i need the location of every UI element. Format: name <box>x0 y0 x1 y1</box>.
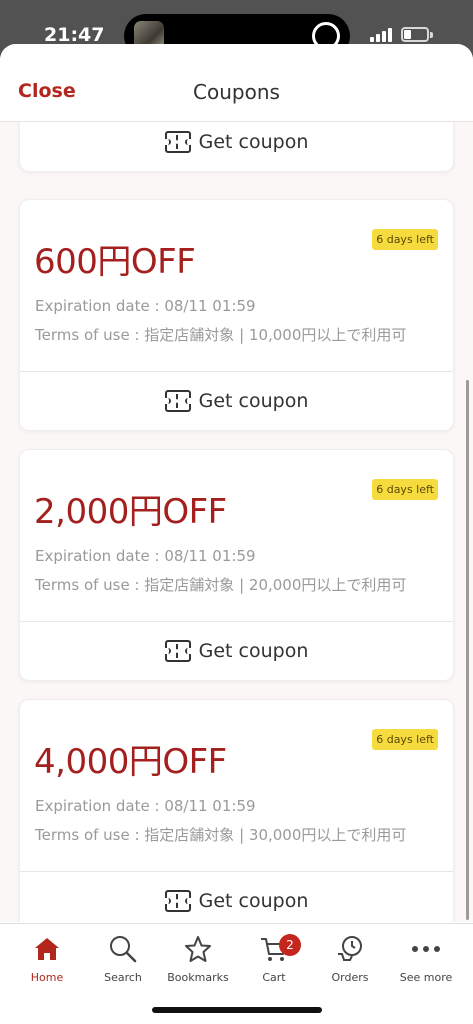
battery-cap <box>430 32 433 38</box>
tab-label: Cart <box>262 971 286 984</box>
get-coupon-button[interactable]: Get coupon <box>20 122 453 171</box>
ticket-icon <box>163 131 192 153</box>
coupon-list[interactable]: Get coupon 600円OFF 6 days left Expiratio… <box>0 122 473 922</box>
tab-see-more[interactable]: See more <box>387 932 465 984</box>
tab-search[interactable]: Search <box>84 932 162 984</box>
coupon-card: 2,000円OFF 6 days left Expiration date : … <box>19 449 454 681</box>
tab-label: Home <box>30 971 64 984</box>
get-coupon-label: Get coupon <box>198 640 309 662</box>
get-coupon-label: Get coupon <box>198 131 309 153</box>
get-coupon-label: Get coupon <box>198 890 309 912</box>
tab-label: Bookmarks <box>167 971 229 984</box>
get-coupon-label: Get coupon <box>198 390 309 412</box>
get-coupon-button[interactable]: Get coupon <box>20 372 453 430</box>
coupon-card: 4,000円OFF 6 days left Expiration date : … <box>19 699 454 922</box>
coupons-sheet: Close Coupons Get coupon 600円OFF 6 days … <box>0 44 473 1024</box>
tab-label: Search <box>104 971 142 984</box>
coupon-details: 4,000円OFF 6 days left Expiration date : … <box>20 700 453 872</box>
order-history-icon <box>311 932 389 966</box>
coupon-card: 600円OFF 6 days left Expiration date : 08… <box>19 199 454 431</box>
tab-orders[interactable]: Orders <box>311 932 389 984</box>
get-coupon-button[interactable]: Get coupon <box>20 622 453 680</box>
tab-label: See more <box>399 971 453 984</box>
search-icon <box>84 932 162 966</box>
page-title: Coupons <box>193 80 280 104</box>
home-icon <box>8 932 86 966</box>
tab-home[interactable]: Home <box>8 932 86 984</box>
get-coupon-button[interactable]: Get coupon <box>20 872 453 922</box>
cart-icon <box>235 932 313 966</box>
tab-bookmarks[interactable]: Bookmarks <box>159 932 237 984</box>
expiration-date: Expiration date : 08/11 01:59 <box>35 547 256 565</box>
days-left-badge: 6 days left <box>372 729 438 750</box>
coupon-details: 2,000円OFF 6 days left Expiration date : … <box>20 450 453 622</box>
expiration-date: Expiration date : 08/11 01:59 <box>35 797 256 815</box>
coupon-details: 600円OFF 6 days left Expiration date : 08… <box>20 200 453 372</box>
terms-of-use: Terms of use : 指定店舗対象 | 10,000円以上で利用可 <box>35 326 407 344</box>
cart-count-badge: 2 <box>279 934 301 956</box>
status-time: 21:47 <box>44 24 105 46</box>
ticket-icon <box>163 890 192 912</box>
cellular-signal-icon <box>370 28 394 42</box>
star-icon <box>159 932 237 966</box>
terms-of-use: Terms of use : 指定店舗対象 | 30,000円以上で利用可 <box>35 826 407 844</box>
ticket-icon <box>163 390 192 412</box>
coupon-amount: 2,000円OFF <box>34 492 227 532</box>
coupon-amount: 4,000円OFF <box>34 742 227 782</box>
coupon-amount: 600円OFF <box>34 242 196 282</box>
tab-label: Orders <box>331 971 369 984</box>
coupon-card: Get coupon <box>19 122 454 172</box>
sheet-header: Close Coupons <box>0 44 473 122</box>
days-left-badge: 6 days left <box>372 479 438 500</box>
ticket-icon <box>163 640 192 662</box>
scrollbar[interactable] <box>466 380 469 920</box>
terms-of-use: Terms of use : 指定店舗対象 | 20,000円以上で利用可 <box>35 576 407 594</box>
days-left-badge: 6 days left <box>372 229 438 250</box>
more-dots-icon <box>387 932 465 966</box>
home-indicator[interactable] <box>152 1007 322 1013</box>
tab-cart[interactable]: 2 Cart <box>235 932 313 984</box>
expiration-date: Expiration date : 08/11 01:59 <box>35 297 256 315</box>
battery-icon <box>401 27 429 42</box>
